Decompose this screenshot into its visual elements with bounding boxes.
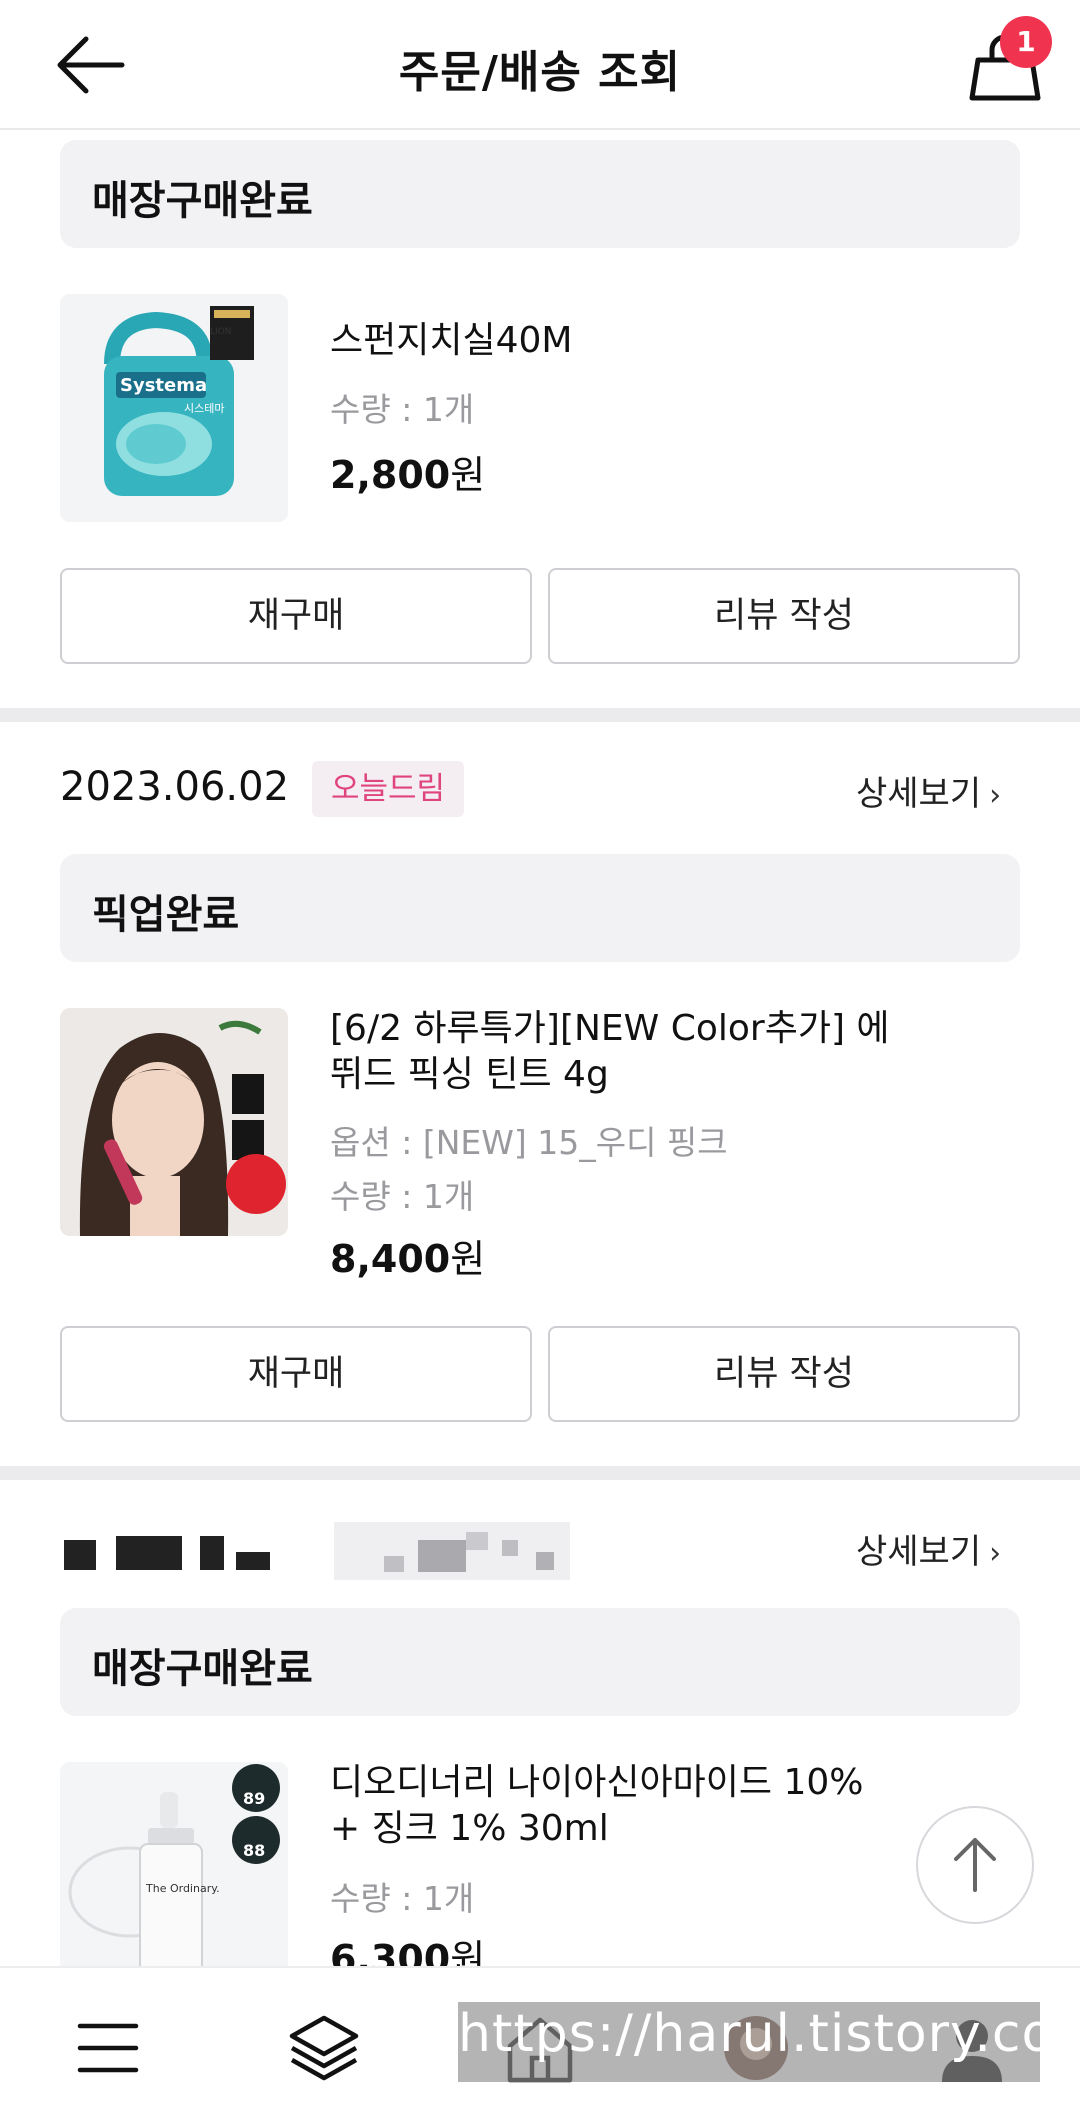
nav-menu-button[interactable] [68, 2008, 148, 2088]
arrow-up-icon [954, 1838, 996, 1892]
order-status-box: 매장구매완료 [60, 140, 1020, 248]
section-divider [0, 708, 1080, 722]
page-title: 주문/배송 조회 [398, 47, 682, 98]
product-price: 8,400원 [330, 1228, 485, 1283]
nav-layers-button[interactable] [284, 2008, 364, 2088]
view-details-link[interactable]: 상세보기 › [856, 1524, 1001, 1573]
serum-product-image: The Ordinary. 89 88 [60, 1762, 288, 1966]
product-thumbnail[interactable]: Systema 시스테마 LION [60, 294, 288, 522]
product-name-line: 뛰드 픽싱 틴트 4g [330, 1054, 609, 1095]
price-unit: 원 [450, 1237, 486, 1281]
rebuy-button[interactable]: 재구매 [60, 568, 532, 664]
order-status-box: 픽업완료 [60, 854, 1020, 962]
order-status-box: 매장구매완료 [60, 1608, 1020, 1716]
rebuy-button[interactable]: 재구매 [60, 1326, 532, 1422]
floss-product-image: Systema 시스테마 LION [60, 294, 288, 522]
svg-text:Systema: Systema [120, 375, 207, 396]
delivery-type-badge: 오늘드림 [312, 761, 464, 817]
view-details-label: 상세보기 [856, 774, 982, 814]
product-quantity: 수량 : 1개 [330, 1879, 475, 1918]
product-name-line: + 징크 1% 30ml [330, 1808, 609, 1849]
product-option: 옵션 : [NEW] 15_우디 핑크 [330, 1123, 728, 1162]
order-status: 픽업완료 [92, 892, 240, 938]
svg-text:The Ordinary.: The Ordinary. [145, 1882, 220, 1895]
svg-text:88: 88 [243, 1841, 265, 1860]
product-thumbnail[interactable] [60, 1008, 288, 1236]
view-details-link[interactable]: 상세보기 › [856, 766, 1001, 815]
watermark-text: https://harul.tistory.com [458, 2004, 1080, 2064]
svg-text:89: 89 [243, 1789, 265, 1808]
product-name-line: 디오디너리 나이아신아마이드 10% [330, 1762, 864, 1803]
price-amount: 8,400 [330, 1237, 451, 1281]
product-quantity: 수량 : 1개 [330, 1177, 475, 1216]
watermark-overlay: https://harul.tistory.com [458, 2002, 1080, 2082]
write-review-button[interactable]: 리뷰 작성 [548, 568, 1020, 664]
hamburger-menu-icon [77, 2023, 139, 2073]
product-quantity: 수량 : 1개 [330, 390, 475, 429]
product-name[interactable]: 디오디너리 나이아신아마이드 10% + 징크 1% 30ml [330, 1760, 930, 1852]
view-details-label: 상세보기 [856, 1532, 982, 1572]
order-status: 매장구매완료 [92, 1646, 313, 1692]
cart-count-badge: 1 [1000, 16, 1052, 68]
chevron-right-icon: › [989, 778, 1002, 813]
product-thumbnail[interactable]: The Ordinary. 89 88 [60, 1762, 288, 1966]
product-name[interactable]: [6/2 하루특가][NEW Color추가] 에 뛰드 픽싱 틴트 4g [330, 1006, 930, 1098]
product-price: 2,800원 [330, 444, 485, 499]
order-status: 매장구매완료 [92, 178, 313, 224]
tint-product-image [60, 1008, 288, 1236]
price-amount: 2,800 [330, 453, 451, 497]
layers-icon [289, 2015, 359, 2081]
svg-text:LION: LION [210, 327, 232, 337]
section-divider [0, 1466, 1080, 1480]
product-name[interactable]: 스펀지치실40M [330, 318, 930, 364]
order-date: 2023.06.02 [60, 764, 290, 810]
chevron-right-icon: › [989, 1536, 1002, 1571]
product-name-line: [6/2 하루특가][NEW Color추가] 에 [330, 1008, 890, 1049]
price-unit: 원 [450, 453, 486, 497]
svg-text:시스테마: 시스테마 [184, 402, 224, 415]
write-review-button[interactable]: 리뷰 작성 [548, 1326, 1020, 1422]
top-header: 주문/배송 조회 1 [0, 0, 1080, 130]
scroll-to-top-button[interactable] [916, 1806, 1034, 1924]
